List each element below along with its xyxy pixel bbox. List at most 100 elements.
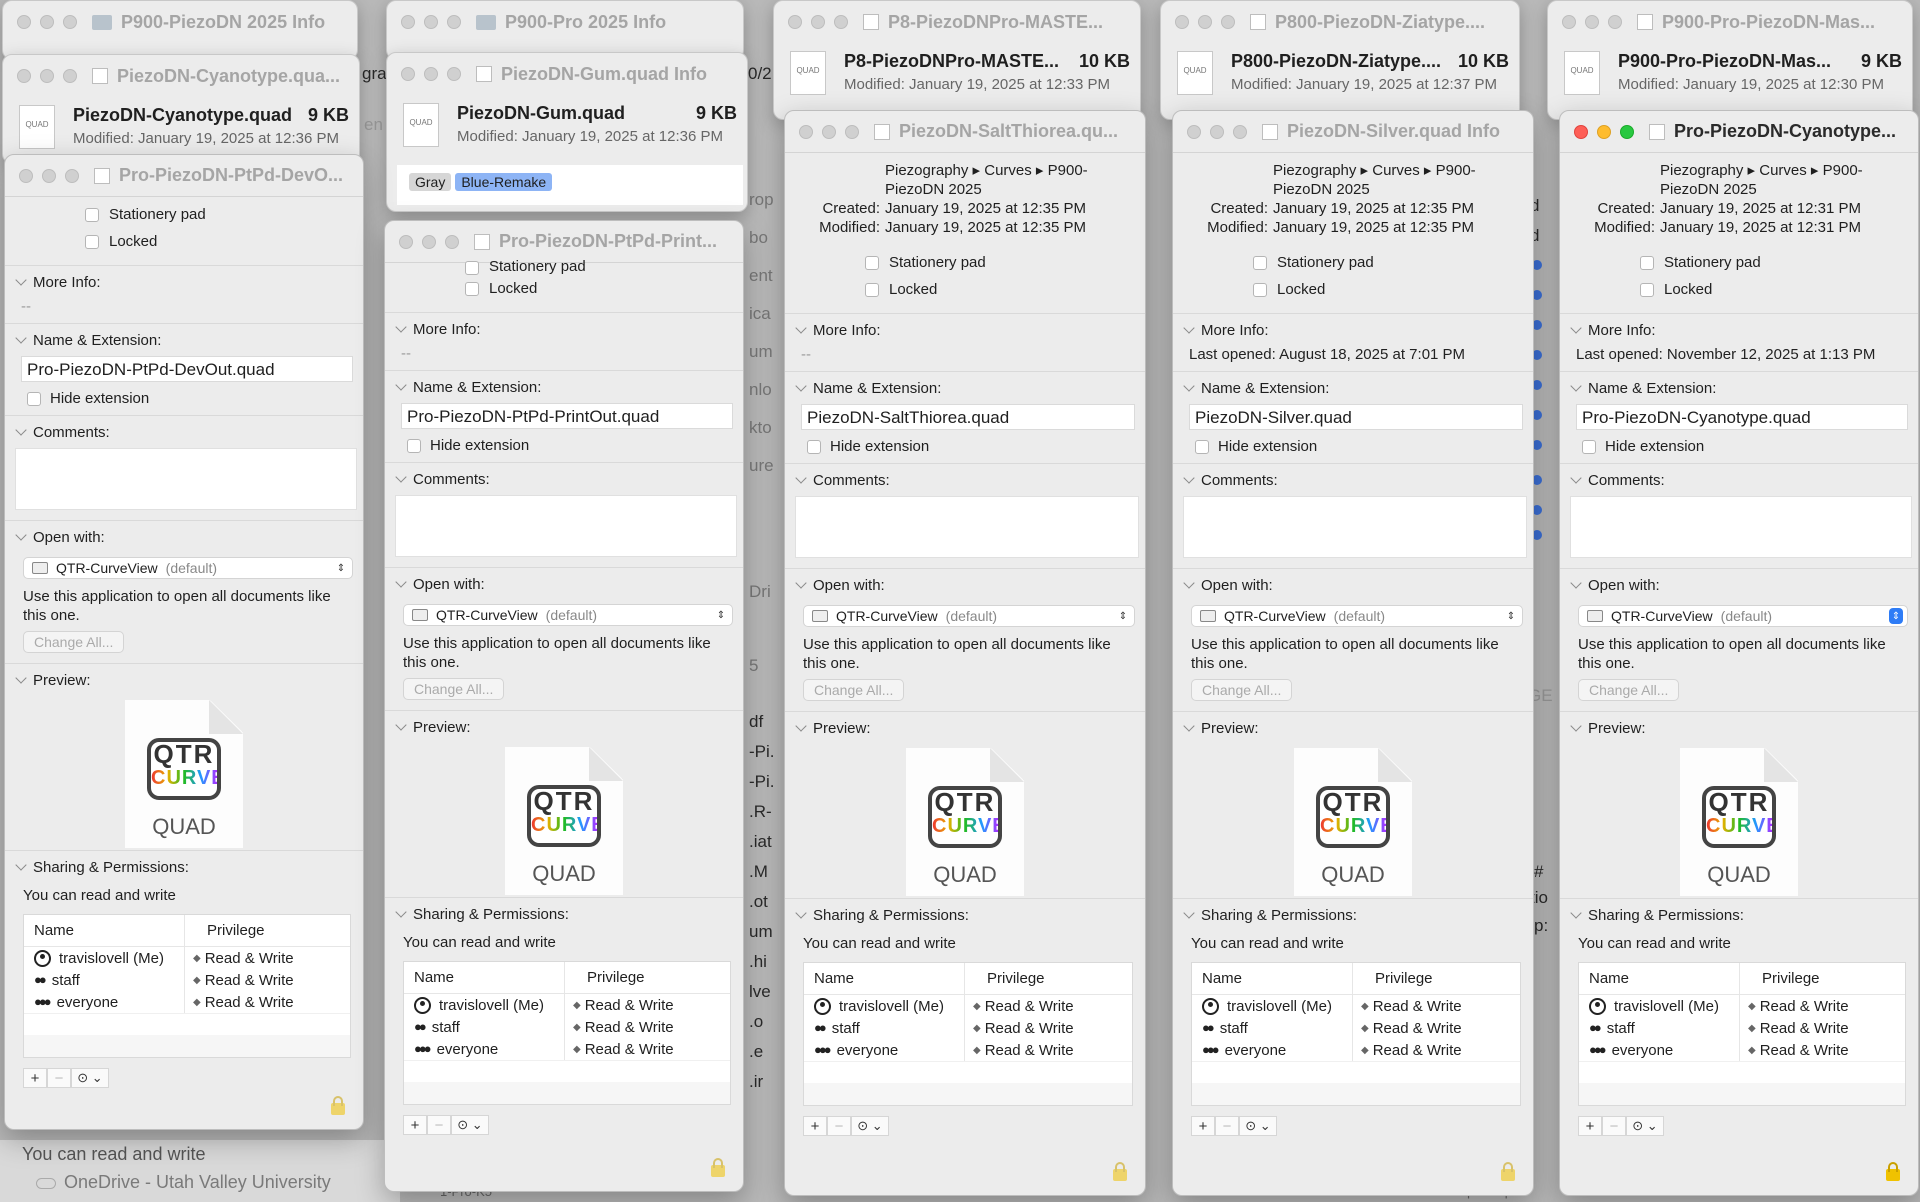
- preview-header[interactable]: Preview:: [1560, 712, 1918, 744]
- checkbox-box[interactable]: [465, 261, 479, 275]
- lock-icon[interactable]: [1113, 1162, 1127, 1181]
- checkbox-box[interactable]: [865, 255, 879, 270]
- table-row[interactable]: travislovell (Me) ◆ Read & Write: [804, 995, 1132, 1017]
- checkbox-box[interactable]: [85, 234, 99, 249]
- info-window-4[interactable]: PiezoDN-Silver.quad Info Piezography ▸ C…: [1172, 110, 1534, 1196]
- minimize-button[interactable]: [1597, 124, 1611, 139]
- table-row[interactable]: travislovell (Me) ◆ Read & Write: [24, 947, 350, 969]
- chevron-down-icon[interactable]: [1183, 472, 1195, 484]
- filename-field[interactable]: Pro-PiezoDN-PtPd-PrintOut.quad: [401, 403, 733, 429]
- name-extension-header[interactable]: Name & Extension:: [5, 324, 363, 356]
- column-header-name[interactable]: Name: [1579, 963, 1740, 994]
- open-with-popup[interactable]: QTR-CurveView (default) ⇕: [403, 604, 733, 626]
- privilege-popup[interactable]: Read & Write: [985, 1020, 1074, 1037]
- sharing-header[interactable]: Sharing & Permissions:: [1173, 899, 1533, 931]
- table-row[interactable]: travislovell (Me) ◆ Read & Write: [404, 994, 730, 1016]
- table-row[interactable]: ●● staff ◆ Read & Write: [404, 1016, 730, 1038]
- open-with-popup[interactable]: QTR-CurveView (default) ⇕: [23, 557, 353, 579]
- column-header-privilege[interactable]: Privilege: [965, 970, 1045, 987]
- table-row[interactable]: ●● staff ◆ Read & Write: [1579, 1017, 1905, 1039]
- chevron-down-icon[interactable]: [1570, 322, 1582, 334]
- info-window-bg[interactable]: P900-PiezoDN 2025 Info: [2, 0, 358, 60]
- open-with-header[interactable]: Open with:: [1560, 569, 1918, 601]
- filename-field[interactable]: PiezoDN-SaltThiorea.quad: [801, 404, 1135, 430]
- locked-checkbox[interactable]: Locked: [5, 228, 363, 255]
- chevron-down-icon[interactable]: [395, 576, 407, 588]
- chevron-down-icon[interactable]: [395, 321, 407, 333]
- sharing-header[interactable]: Sharing & Permissions:: [1560, 899, 1918, 931]
- tags-field[interactable]: Gray Blue-Remake: [397, 165, 743, 205]
- more-info-header[interactable]: More Info:: [1560, 314, 1918, 346]
- comments-header[interactable]: Comments:: [785, 464, 1145, 496]
- privilege-popup[interactable]: Read & Write: [205, 950, 294, 967]
- lock-icon[interactable]: [331, 1096, 345, 1115]
- change-all-button[interactable]: Change All...: [23, 631, 125, 653]
- privilege-popup[interactable]: Read & Write: [205, 994, 294, 1011]
- locked-checkbox[interactable]: Locked: [1173, 276, 1533, 303]
- action-menu-button[interactable]: ⊙ ⌄: [1239, 1116, 1277, 1136]
- chevron-down-icon[interactable]: [795, 907, 807, 919]
- column-header-privilege[interactable]: Privilege: [185, 922, 265, 939]
- change-all-button[interactable]: Change All...: [803, 679, 905, 701]
- privilege-popup[interactable]: Read & Write: [1373, 1042, 1462, 1059]
- column-header-privilege[interactable]: Privilege: [1740, 970, 1820, 987]
- chevron-down-icon[interactable]: [795, 720, 807, 732]
- lock-icon[interactable]: [711, 1158, 725, 1177]
- privilege-popup[interactable]: Read & Write: [1760, 1042, 1849, 1059]
- checkbox-box[interactable]: [1253, 282, 1267, 297]
- add-button[interactable]: +: [1578, 1116, 1602, 1136]
- privilege-popup[interactable]: Read & Write: [985, 998, 1074, 1015]
- remove-button[interactable]: −: [827, 1116, 851, 1136]
- checkbox-box[interactable]: [865, 282, 879, 297]
- chevron-down-icon[interactable]: [1183, 907, 1195, 919]
- open-with-header[interactable]: Open with:: [1173, 569, 1533, 601]
- stationery-checkbox[interactable]: Stationery pad: [385, 259, 743, 275]
- chevron-down-icon[interactable]: [395, 379, 407, 391]
- name-extension-header[interactable]: Name & Extension:: [1173, 372, 1533, 404]
- close-button[interactable]: [399, 234, 413, 249]
- privilege-popup[interactable]: Read & Write: [585, 1019, 674, 1036]
- lock-icon[interactable]: [1501, 1162, 1515, 1181]
- minimize-button[interactable]: [42, 168, 56, 183]
- info-window-bg[interactable]: P8-PiezoDNPro-MASTE... QUAD P8-PiezoDNPro…: [773, 0, 1141, 120]
- open-with-header[interactable]: Open with:: [785, 569, 1145, 601]
- privilege-popup[interactable]: Read & Write: [1373, 1020, 1462, 1037]
- column-header-name[interactable]: Name: [24, 915, 185, 946]
- chevron-down-icon[interactable]: [795, 577, 807, 589]
- table-row[interactable]: travislovell (Me) ◆ Read & Write: [1192, 995, 1520, 1017]
- close-button[interactable]: [799, 124, 813, 139]
- chevron-down-icon[interactable]: [1570, 472, 1582, 484]
- table-row[interactable]: ●● staff ◆ Read & Write: [1192, 1017, 1520, 1039]
- hide-extension-checkbox[interactable]: Hide extension: [5, 382, 363, 415]
- chevron-down-icon[interactable]: [15, 274, 27, 286]
- add-button[interactable]: +: [403, 1115, 427, 1135]
- chevron-down-icon[interactable]: [395, 719, 407, 731]
- comments-header[interactable]: Comments:: [1173, 464, 1533, 496]
- chevron-down-icon[interactable]: [1183, 322, 1195, 334]
- name-extension-header[interactable]: Name & Extension:: [385, 371, 743, 403]
- change-all-button[interactable]: Change All...: [403, 678, 505, 700]
- table-row[interactable]: ●●● everyone ◆ Read & Write: [1192, 1039, 1520, 1061]
- action-menu-button[interactable]: ⊙ ⌄: [451, 1115, 489, 1135]
- comments-header[interactable]: Comments:: [1560, 464, 1918, 496]
- checkbox-box[interactable]: [465, 281, 479, 296]
- close-button[interactable]: [19, 168, 33, 183]
- permissions-table[interactable]: Name Privilege travislovell (Me) ◆ Read & W…: [23, 914, 351, 1058]
- column-header-name[interactable]: Name: [804, 963, 965, 994]
- tag-gray[interactable]: Gray: [409, 173, 452, 191]
- remove-button[interactable]: −: [427, 1115, 451, 1135]
- chevron-down-icon[interactable]: [1570, 720, 1582, 732]
- permissions-table[interactable]: Name Privilege travislovell (Me) ◆ Read & W…: [803, 962, 1133, 1106]
- column-header-name[interactable]: Name: [404, 962, 565, 993]
- open-with-popup[interactable]: QTR-CurveView (default) ⇕: [1191, 605, 1523, 627]
- lock-icon[interactable]: [1886, 1162, 1900, 1181]
- permissions-table[interactable]: Name Privilege travislovell (Me) ◆ Read & W…: [1578, 962, 1906, 1106]
- zoom-button[interactable]: [1620, 124, 1634, 139]
- comments-field[interactable]: [1183, 496, 1527, 558]
- comments-field[interactable]: [15, 448, 357, 510]
- comments-field[interactable]: [795, 496, 1139, 558]
- add-button[interactable]: +: [1191, 1116, 1215, 1136]
- hide-extension-checkbox[interactable]: Hide extension: [385, 429, 743, 462]
- chevron-down-icon[interactable]: [15, 332, 27, 344]
- comments-header[interactable]: Comments:: [5, 416, 363, 448]
